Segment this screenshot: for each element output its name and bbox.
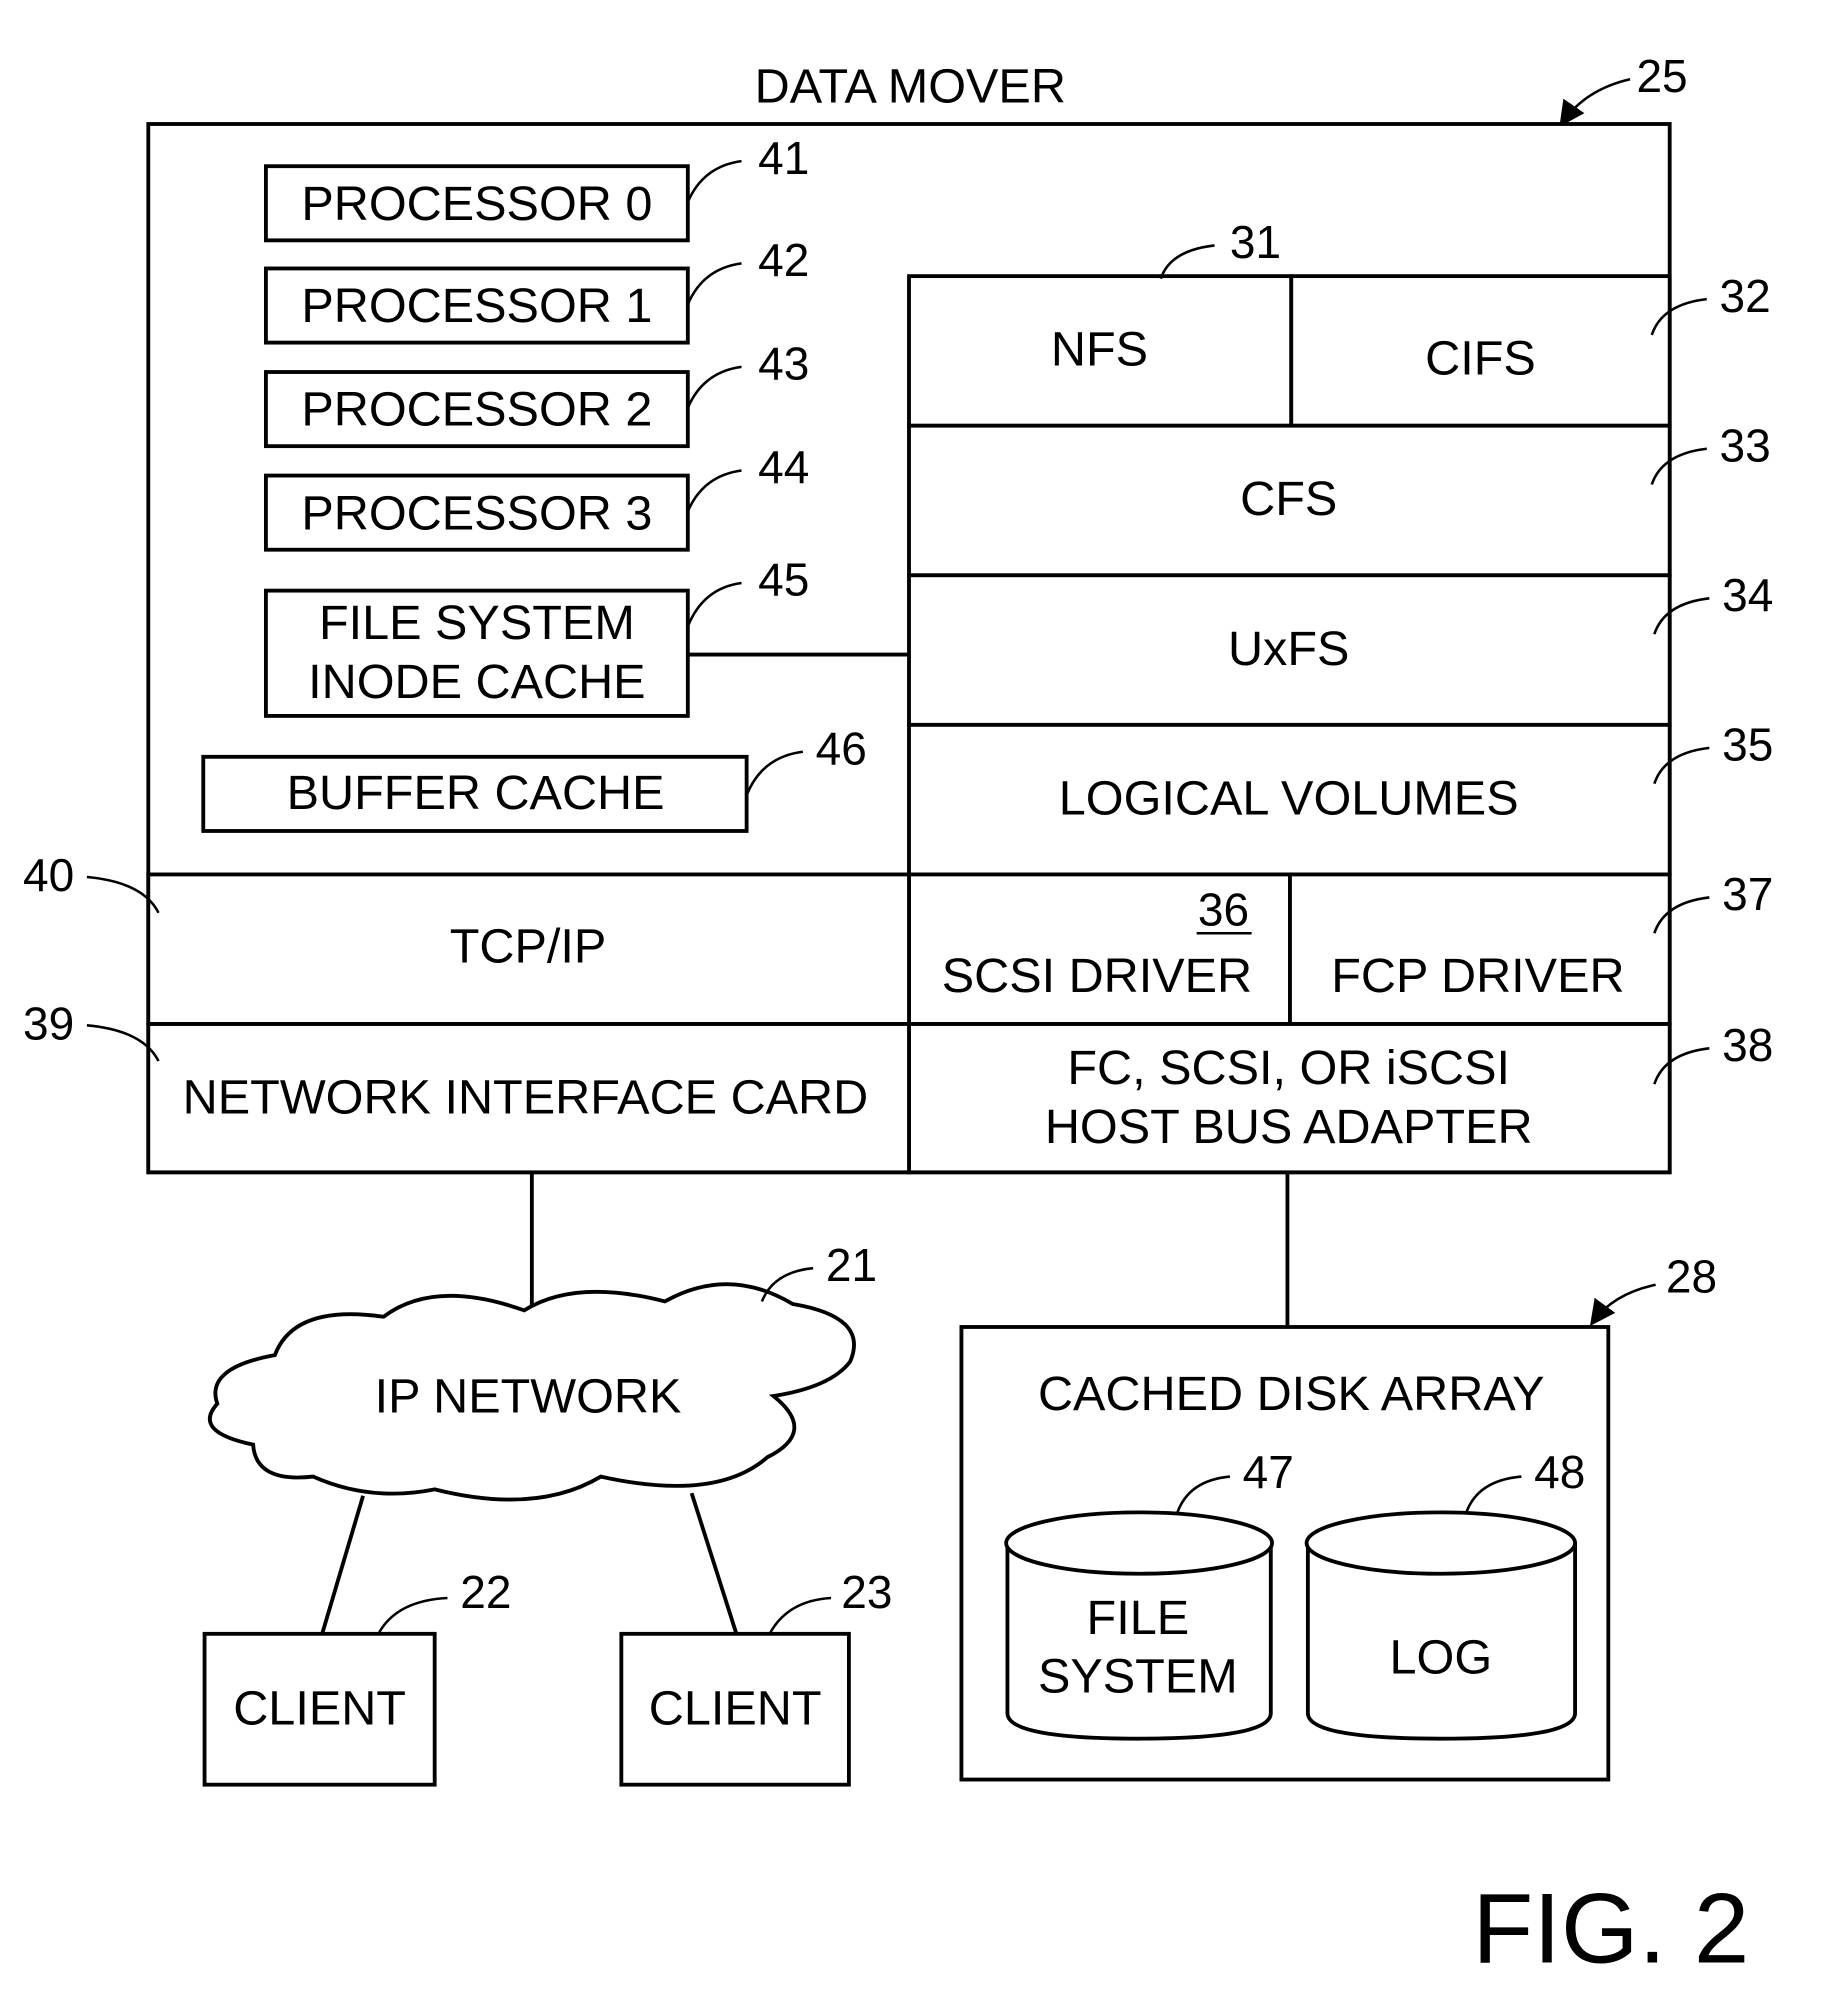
svg-text:CACHED DISK ARRAY: CACHED DISK ARRAY: [1038, 1367, 1545, 1421]
svg-text:PROCESSOR 2: PROCESSOR 2: [301, 383, 652, 437]
svg-text:43: 43: [758, 338, 809, 390]
svg-text:22: 22: [460, 1566, 511, 1618]
svg-text:38: 38: [1722, 1019, 1773, 1071]
cifs-layer: CIFS 32: [1289, 270, 1771, 428]
svg-text:LOG: LOG: [1390, 1630, 1493, 1684]
svg-text:BUFFER CACHE: BUFFER CACHE: [287, 766, 665, 820]
svg-text:37: 37: [1722, 868, 1773, 920]
fcp-driver-layer: FCP DRIVER 37: [1288, 868, 1773, 1026]
svg-text:34: 34: [1722, 569, 1773, 621]
svg-text:40: 40: [23, 849, 74, 901]
svg-text:CLIENT: CLIENT: [233, 1682, 406, 1736]
svg-text:CFS: CFS: [1240, 472, 1337, 526]
svg-text:FILE SYSTEM: FILE SYSTEM: [319, 596, 635, 650]
svg-text:46: 46: [816, 722, 867, 774]
svg-text:NFS: NFS: [1051, 323, 1148, 377]
svg-text:48: 48: [1534, 1446, 1585, 1498]
svg-text:CIFS: CIFS: [1425, 332, 1536, 386]
svg-text:35: 35: [1722, 719, 1773, 771]
data-mover-diagram: DATA MOVER 25 PROCESSOR 0 41 PROCESSOR 1…: [23, 50, 1773, 1984]
network-client-1-link: [320, 1495, 365, 1635]
figure-label: FIG. 2: [1472, 1873, 1749, 1984]
data-mover-title: DATA MOVER: [755, 59, 1066, 113]
svg-text:45: 45: [758, 554, 809, 606]
network-interface-card: NETWORK INTERFACE CARD 39: [23, 997, 911, 1175]
svg-text:PROCESSOR 1: PROCESSOR 1: [301, 279, 652, 333]
svg-text:44: 44: [758, 441, 809, 493]
svg-text:FC, SCSI, OR iSCSI: FC, SCSI, OR iSCSI: [1067, 1041, 1510, 1095]
svg-text:IP NETWORK: IP NETWORK: [375, 1370, 682, 1424]
uxfs-layer: UxFS 34: [907, 569, 1773, 727]
svg-text:HOST BUS ADAPTER: HOST BUS ADAPTER: [1045, 1100, 1533, 1154]
svg-text:CLIENT: CLIENT: [649, 1682, 822, 1736]
client-2: CLIENT 23: [619, 1566, 892, 1787]
svg-text:31: 31: [1230, 216, 1281, 268]
ref-leader-25: [1559, 78, 1631, 127]
svg-text:TCP/IP: TCP/IP: [450, 920, 607, 974]
svg-text:INODE CACHE: INODE CACHE: [308, 655, 645, 709]
svg-text:33: 33: [1720, 420, 1771, 472]
svg-text:47: 47: [1243, 1446, 1294, 1498]
svg-text:41: 41: [758, 132, 809, 184]
svg-text:42: 42: [758, 234, 809, 286]
svg-text:NETWORK INTERFACE CARD: NETWORK INTERFACE CARD: [183, 1071, 869, 1125]
svg-text:FILE: FILE: [1087, 1591, 1190, 1645]
svg-text:PROCESSOR 3: PROCESSOR 3: [301, 486, 652, 540]
svg-text:36: 36: [1198, 884, 1249, 936]
svg-text:23: 23: [841, 1566, 892, 1618]
svg-text:21: 21: [826, 1239, 877, 1291]
network-client-2-link: [689, 1492, 739, 1635]
svg-text:LOGICAL VOLUMES: LOGICAL VOLUMES: [1059, 771, 1519, 825]
svg-text:28: 28: [1666, 1250, 1717, 1302]
svg-text:39: 39: [23, 997, 74, 1049]
svg-text:SCSI DRIVER: SCSI DRIVER: [942, 949, 1252, 1003]
svg-text:PROCESSOR 0: PROCESSOR 0: [301, 177, 652, 231]
tcpip-layer: TCP/IP 40: [23, 849, 911, 1026]
host-bus-adapter: FC, SCSI, OR iSCSI HOST BUS ADAPTER 38: [907, 1019, 1773, 1175]
svg-text:SYSTEM: SYSTEM: [1038, 1650, 1238, 1704]
cfs-layer: CFS 33: [907, 420, 1771, 578]
logical-volumes-layer: LOGICAL VOLUMES 35: [907, 719, 1773, 877]
svg-text:FCP DRIVER: FCP DRIVER: [1331, 949, 1624, 1003]
ref-25: 25: [1636, 50, 1687, 102]
client-1: CLIENT 22: [202, 1566, 511, 1787]
scsi-driver-layer: 36 SCSI DRIVER: [907, 872, 1292, 1026]
svg-text:UxFS: UxFS: [1228, 622, 1349, 676]
ip-network-cloud: IP NETWORK 21: [207, 1239, 877, 1502]
svg-text:32: 32: [1720, 270, 1771, 322]
